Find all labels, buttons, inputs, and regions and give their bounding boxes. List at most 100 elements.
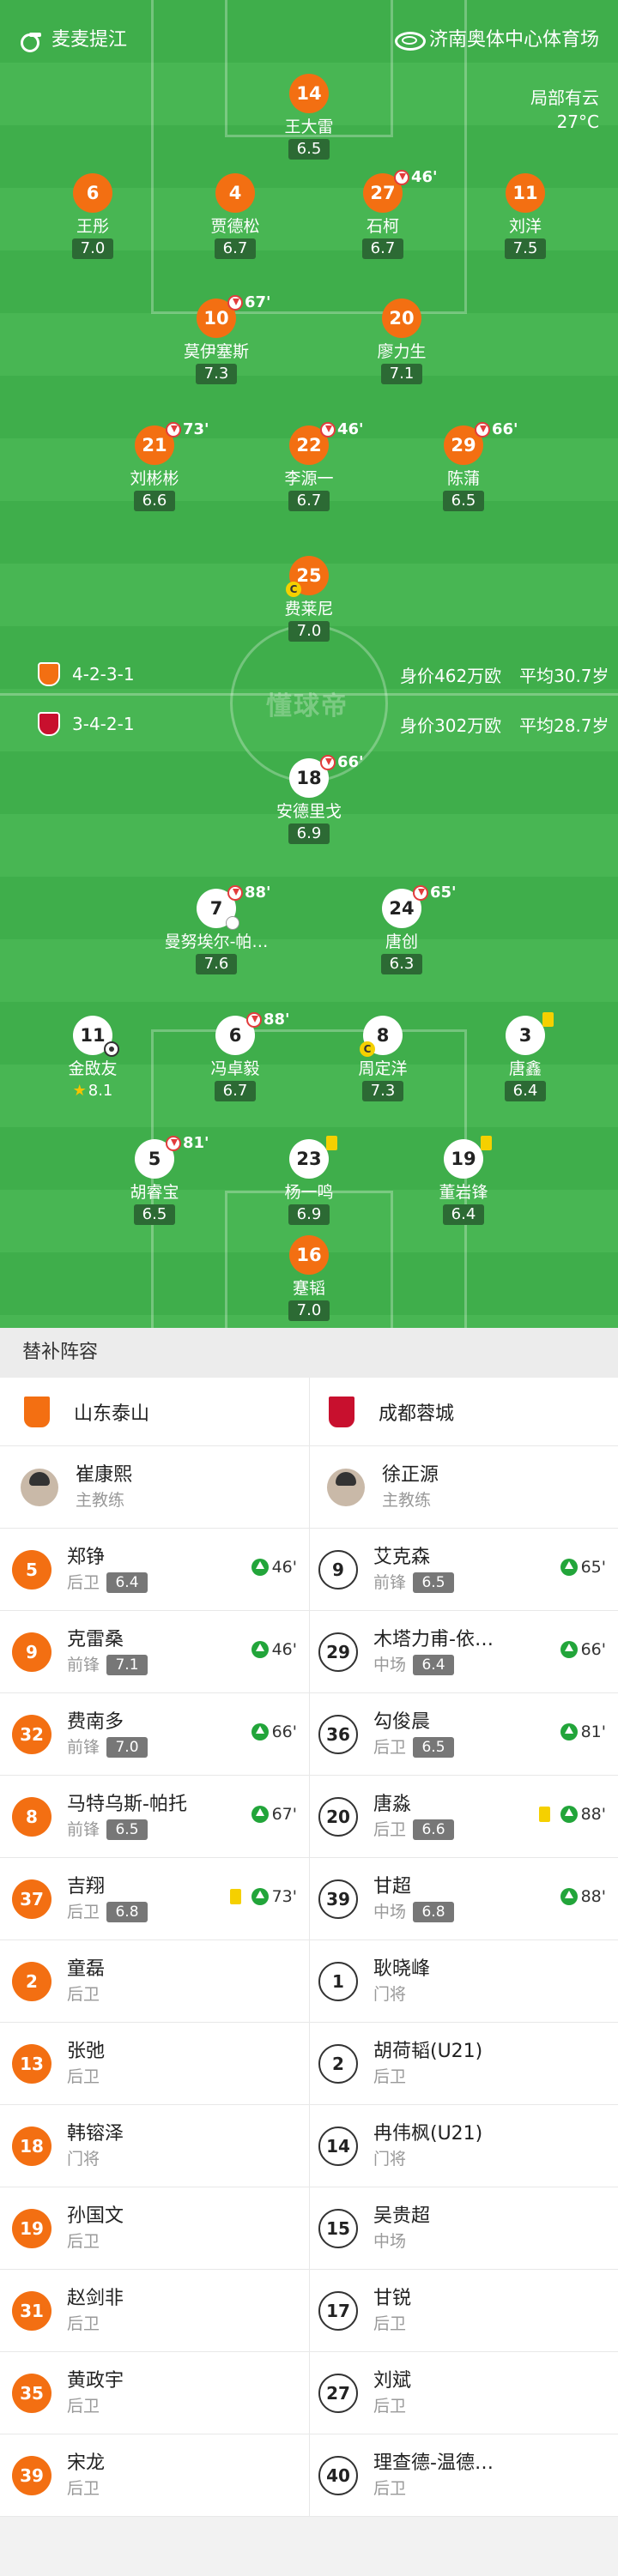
away-substitute[interactable]: 39 甘超 中场 6.8 88' — [309, 1858, 618, 1940]
home-substitute[interactable]: 19 孙国文 后卫 — [0, 2187, 309, 2269]
away-team-crest-icon — [38, 712, 60, 736]
away-player[interactable]: 23 杨一鸣 6.9 — [240, 1136, 378, 1225]
home-team-header[interactable]: 山东泰山 — [0, 1378, 309, 1445]
substitute-rating: 7.1 — [106, 1654, 148, 1675]
home-player[interactable]: 27 46' 石柯 6.7 — [314, 168, 451, 259]
home-substitute[interactable]: 13 张弛 后卫 — [0, 2023, 309, 2104]
yellow-card-icon — [481, 1136, 492, 1150]
substitute-position: 后卫 — [67, 2478, 100, 2498]
jersey-number: 15 — [318, 2208, 358, 2248]
substitute-info: 吴贵超 中场 — [373, 2204, 430, 2253]
substitute-info: 费南多 前锋 7.0 — [67, 1710, 148, 1759]
sub-on-time: 81' — [580, 1722, 606, 1741]
home-substitute[interactable]: 18 韩镕泽 门将 — [0, 2105, 309, 2187]
home-substitute[interactable]: 31 赵剑非 后卫 — [0, 2270, 309, 2351]
away-player[interactable]: 3 唐鑫 6.4 — [457, 1012, 594, 1101]
substitute-row: 39 宋龙 后卫 40 理查德-温德… 后卫 — [0, 2434, 618, 2517]
away-substitute[interactable]: 17 甘锐 后卫 — [309, 2270, 618, 2351]
sub-off-icon — [320, 755, 336, 770]
home-formation-text: 4-2-3-1 — [72, 664, 135, 685]
home-player[interactable]: 11 刘洋 7.5 — [457, 173, 594, 259]
substitute-info: 胡荷韬(U21) 后卫 — [373, 2039, 482, 2089]
home-substitute[interactable]: 37 吉翔 后卫 6.8 73' — [0, 1858, 309, 1940]
player-rating: 6.5 — [134, 1204, 175, 1225]
away-substitute[interactable]: 14 冉伟枫(U21) 门将 — [309, 2105, 618, 2187]
away-player[interactable]: 19 董岩锋 6.4 — [395, 1136, 532, 1225]
jersey-number: 21 73' — [135, 420, 209, 465]
referee-name: 麦麦提江 — [52, 29, 128, 51]
jersey-number: 29 66' — [444, 420, 518, 465]
sub-on-icon — [251, 1559, 269, 1576]
home-player[interactable]: 21 73' 刘彬彬 6.6 — [86, 420, 223, 511]
away-substitute[interactable]: 27 刘斌 后卫 — [309, 2352, 618, 2434]
away-player[interactable]: 8 C 周定洋 7.3 — [314, 1016, 451, 1101]
away-substitute[interactable]: 40 理查德-温德… 后卫 — [309, 2434, 618, 2516]
home-player[interactable]: 29 66' 陈蒲 6.5 — [395, 420, 532, 511]
home-substitute[interactable]: 8 马特乌斯-帕托 前锋 6.5 67' — [0, 1776, 309, 1857]
away-player[interactable]: 16 蹇韬 7.0 — [240, 1235, 378, 1321]
substitute-name: 宋龙 — [67, 2452, 106, 2474]
home-player[interactable]: 25 C 费莱尼 7.0 — [240, 556, 378, 642]
substitute-name: 耿晓峰 — [373, 1958, 431, 1980]
home-substitute[interactable]: 9 克雷桑 前锋 7.1 46' — [0, 1611, 309, 1692]
away-substitute[interactable]: 9 艾克森 前锋 6.5 65' — [309, 1529, 618, 1610]
away-player[interactable]: 24 65' 唐创 6.3 — [333, 884, 470, 974]
home-substitute[interactable]: 5 郑铮 后卫 6.4 46' — [0, 1529, 309, 1610]
substitute-name: 费南多 — [67, 1710, 124, 1733]
jersey-number-text: 5 — [148, 1149, 161, 1169]
away-player[interactable]: 6 88' 冯卓毅 6.7 — [167, 1010, 304, 1101]
away-substitute[interactable]: 1 耿晓峰 门将 — [309, 1940, 618, 2022]
substitute-position: 后卫 — [373, 2314, 407, 2333]
away-team-header[interactable]: 成都蓉城 — [309, 1378, 618, 1445]
player-name: 莫伊塞斯 — [183, 342, 249, 361]
player-name: 冯卓毅 — [210, 1059, 260, 1078]
jersey-number: 18 66' — [289, 753, 364, 798]
substitute-info: 张弛 后卫 — [67, 2039, 105, 2089]
away-substitute[interactable]: 20 唐淼 后卫 6.6 88' — [309, 1776, 618, 1857]
home-substitute[interactable]: 32 费南多 前锋 7.0 66' — [0, 1693, 309, 1775]
away-substitute[interactable]: 36 勾俊晨 后卫 6.5 81' — [309, 1693, 618, 1775]
substitute-meta: 门将 — [373, 1982, 430, 2006]
jersey-number: 7 88' — [197, 884, 271, 930]
jersey-number: 40 — [318, 2455, 358, 2495]
away-substitute[interactable]: 29 木塔力甫-依… 中场 6.4 66' — [309, 1611, 618, 1692]
jersey-number: 27 — [318, 2373, 358, 2413]
home-substitute[interactable]: 2 童磊 后卫 — [0, 1940, 309, 2022]
home-player[interactable]: 20 廖力生 7.1 — [333, 299, 470, 384]
substitute-position: 中场 — [373, 1902, 407, 1921]
player-name: 廖力生 — [377, 342, 427, 361]
away-player[interactable]: 18 66' 安德里戈 6.9 — [240, 753, 378, 844]
substitute-meta: 后卫 — [373, 2065, 482, 2089]
substitute-position: 中场 — [373, 1655, 407, 1674]
home-player[interactable]: 22 46' 李源一 6.7 — [240, 420, 378, 511]
sub-off-time: 65' — [430, 884, 457, 902]
home-team-age: 平均30.7岁 — [519, 666, 609, 686]
substitute-meta: 前锋 6.5 — [373, 1571, 455, 1595]
home-player[interactable]: 14 王大雷 6.5 — [240, 74, 378, 160]
away-player[interactable]: 11 金敃友 ★ 8.1 — [24, 1016, 161, 1101]
coach-role: 主教练 — [382, 1490, 432, 1510]
away-player[interactable]: 5 81' 胡睿宝 6.5 — [86, 1134, 223, 1225]
home-substitute[interactable]: 39 宋龙 后卫 — [0, 2434, 309, 2516]
away-substitute[interactable]: 2 胡荷韬(U21) 后卫 — [309, 2023, 618, 2104]
jersey-number: 2 — [12, 1961, 52, 2001]
away-substitute[interactable]: 15 吴贵超 中场 — [309, 2187, 618, 2269]
away-coach[interactable]: 徐正源 主教练 — [309, 1446, 618, 1528]
substitute-rating: 6.8 — [106, 1901, 148, 1922]
substitute-position: 后卫 — [67, 1984, 100, 2004]
home-player[interactable]: 10 67' 莫伊塞斯 7.3 — [148, 293, 285, 384]
home-player[interactable]: 4 贾德松 6.7 — [167, 173, 304, 259]
home-substitute[interactable]: 35 黄政宇 后卫 — [0, 2352, 309, 2434]
home-coach[interactable]: 崔康熙 主教练 — [0, 1446, 309, 1528]
substitute-row: 19 孙国文 后卫 15 吴贵超 中场 — [0, 2187, 618, 2270]
away-player[interactable]: 7 88' 曼努埃尔-帕… 7.6 — [148, 884, 285, 974]
substitute-rating: 6.8 — [413, 1901, 455, 1922]
substitute-position: 后卫 — [67, 2396, 100, 2416]
substitute-info: 马特乌斯-帕托 前锋 6.5 — [67, 1792, 187, 1842]
home-player[interactable]: 6 王彤 7.0 — [24, 173, 161, 259]
sub-on-time: 66' — [580, 1640, 606, 1659]
jersey-number: 11 — [506, 173, 545, 213]
jersey-number-text: 8 — [376, 1025, 390, 1046]
jersey-number: 2 — [318, 2043, 358, 2084]
stadium-icon — [394, 28, 426, 51]
